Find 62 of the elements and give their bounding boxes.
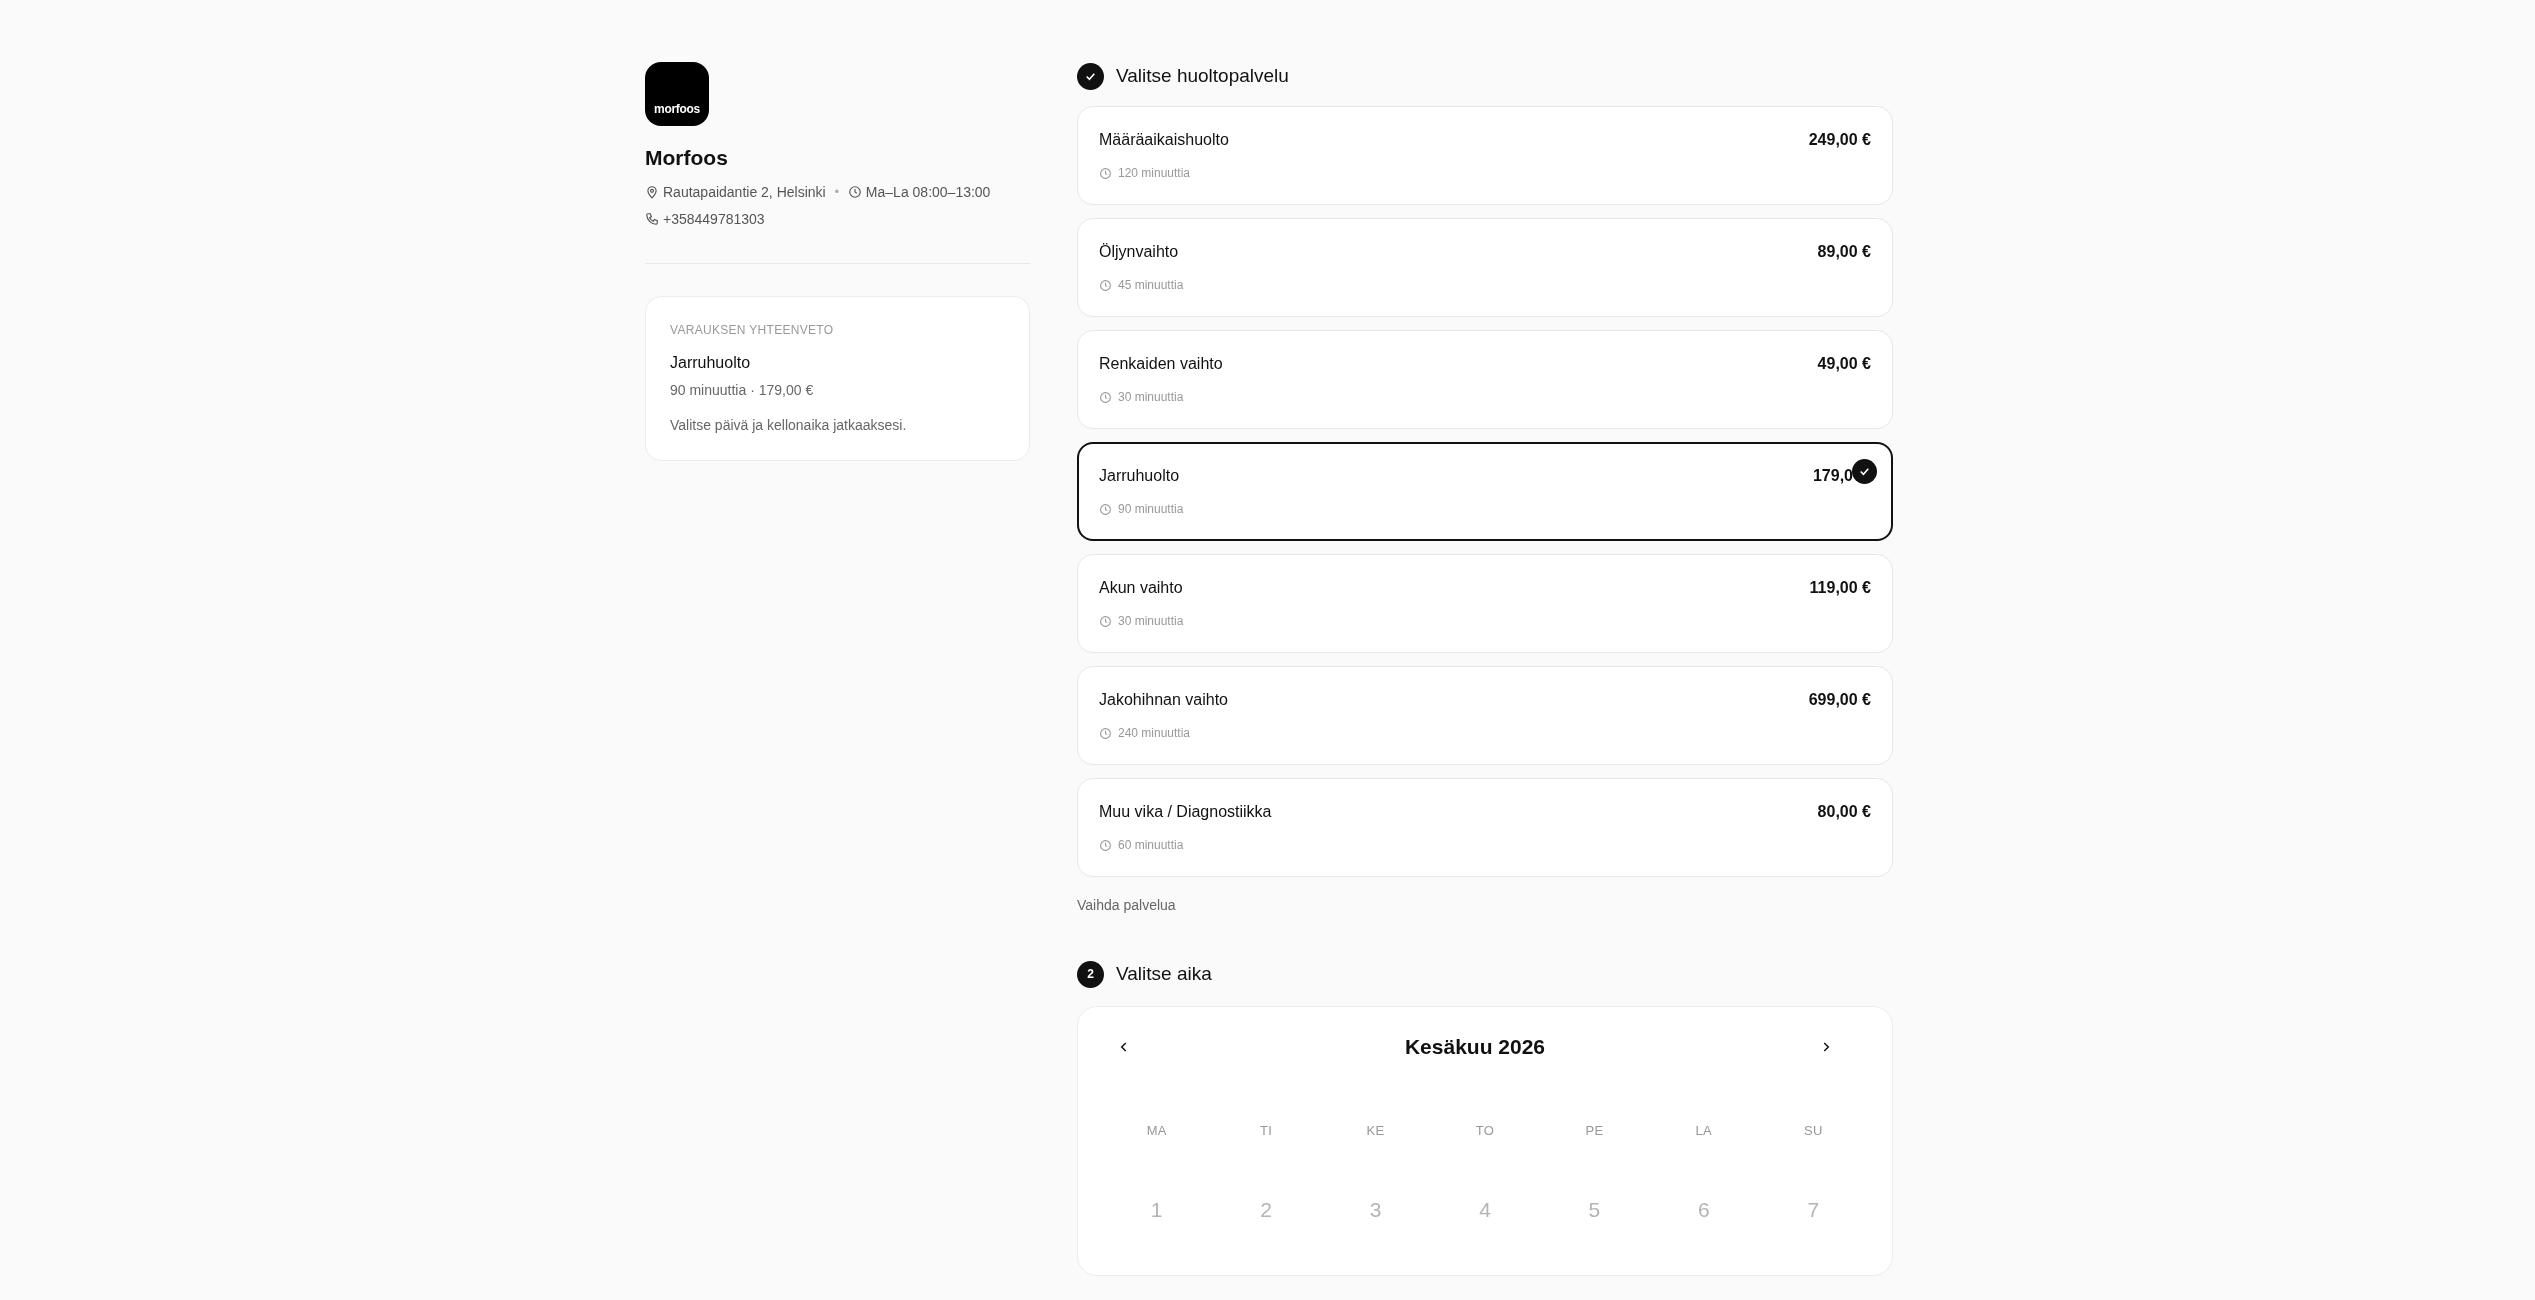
service-card[interactable]: Renkaiden vaihto 49,00 € 30 minuuttia xyxy=(1077,330,1893,429)
summary-details: 90 minuuttia · 179,00 € xyxy=(670,380,815,400)
service-duration: 90 minuuttia xyxy=(1118,501,1184,518)
service-price: 89,00 € xyxy=(1817,242,1871,262)
weekday-label: SU xyxy=(1802,1121,1824,1140)
service-card[interactable]: Määräaikaishuolto 249,00 € 120 minuuttia xyxy=(1077,106,1893,205)
weekday-label: LA xyxy=(1694,1121,1714,1140)
weekday-label: TO xyxy=(1474,1121,1496,1140)
step-title: Valitse aika xyxy=(1116,961,1212,986)
service-price: 80,00 € xyxy=(1817,802,1871,822)
change-service-link[interactable]: Vaihda palvelua xyxy=(1077,895,1176,916)
clock-icon xyxy=(1099,166,1112,180)
phone-number: +358449781303 xyxy=(663,209,765,229)
step-number-badge: 2 xyxy=(1077,960,1104,988)
business-name: Morfoos xyxy=(645,145,729,171)
service-duration: 30 minuuttia xyxy=(1118,389,1184,406)
service-duration: 30 minuuttia xyxy=(1118,613,1184,630)
month-title: Kesäkuu 2026 xyxy=(1404,1034,1546,1060)
weekday-label: MA xyxy=(1145,1121,1168,1140)
service-price: 699,00 € xyxy=(1808,690,1871,710)
phone-icon xyxy=(645,212,659,226)
step-title: Valitse huoltopalvelu xyxy=(1116,63,1289,88)
clock-icon xyxy=(1099,614,1112,628)
weekday-label: TI xyxy=(1259,1121,1274,1140)
service-price: 49,00 € xyxy=(1817,354,1871,374)
service-name: Muu vika / Diagnostiikka xyxy=(1099,802,1272,822)
location-pin-icon xyxy=(645,185,659,199)
selected-check-icon xyxy=(1852,459,1877,484)
service-duration: 45 minuuttia xyxy=(1118,277,1184,294)
summary-hint: Valitse päivä ja kellonaika jatkaaksesi. xyxy=(670,415,908,435)
clock-icon xyxy=(1099,278,1112,292)
clock-icon xyxy=(1099,726,1112,740)
clock-icon xyxy=(1099,838,1112,852)
service-card[interactable]: Jarruhuolto 179,0 90 minuuttia xyxy=(1077,442,1893,541)
summary-service: Jarruhuolto xyxy=(670,352,752,373)
service-duration: 120 minuuttia xyxy=(1118,165,1191,182)
separator-dot: • xyxy=(834,184,839,201)
service-name: Renkaiden vaihto xyxy=(1099,354,1223,374)
opening-hours: Ma–La 08:00–13:00 xyxy=(865,182,991,202)
service-card[interactable]: Muu vika / Diagnostiikka 80,00 € 60 minuuttia xyxy=(1077,778,1893,877)
logo: morfoos xyxy=(645,62,709,126)
clock-icon xyxy=(847,185,862,199)
service-name: Akun vaihto xyxy=(1099,578,1183,598)
service-price: 179,0 xyxy=(1812,466,1853,486)
service-price: 119,00 € xyxy=(1809,578,1871,598)
summary-heading: VARAUKSEN YHTEENVETO xyxy=(670,321,835,339)
service-name: Jarruhuolto xyxy=(1099,466,1180,486)
service-duration: 60 minuuttia xyxy=(1118,837,1184,854)
service-name: Määräaikaishuolto xyxy=(1099,130,1229,150)
service-card[interactable]: Akun vaihto 119,00 € 30 minuuttia xyxy=(1077,554,1893,653)
weekday-label: PE xyxy=(1584,1121,1605,1140)
service-name: Öljynvaihto xyxy=(1099,242,1179,262)
service-name: Jakohihnan vaihto xyxy=(1099,690,1228,710)
step-done-icon xyxy=(1077,62,1104,90)
clock-icon xyxy=(1099,390,1112,404)
service-card[interactable]: Jakohihnan vaihto 699,00 € 240 minuuttia xyxy=(1077,666,1893,765)
address-text: Rautapaidantie 2, Helsinki xyxy=(663,182,826,202)
service-card[interactable]: Öljynvaihto 89,00 € 45 minuuttia xyxy=(1077,218,1893,317)
service-price: 249,00 € xyxy=(1808,130,1871,150)
weekday-label: KE xyxy=(1365,1121,1386,1140)
clock-icon xyxy=(1099,502,1112,516)
service-duration: 240 minuuttia xyxy=(1118,725,1191,742)
